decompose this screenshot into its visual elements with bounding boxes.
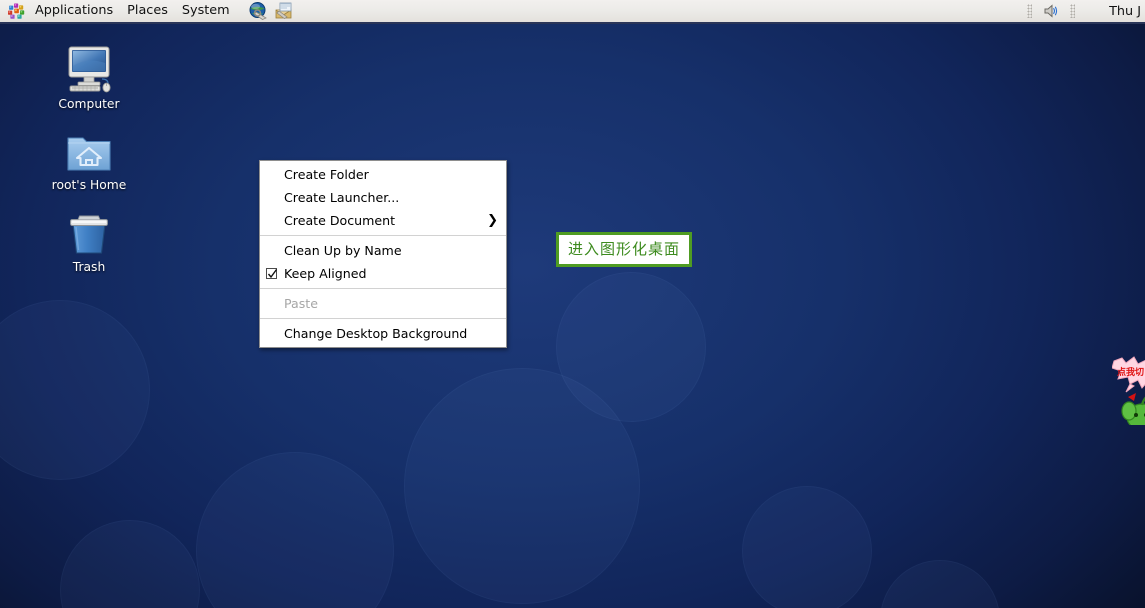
menu-separator [260,235,506,236]
mascot-speech-text: 点我切 [1117,365,1144,378]
wallpaper-bubble [60,520,200,608]
enter-graphical-desktop-label: 进入图形化桌面 [568,240,680,258]
panel-launcher-email[interactable] [272,0,296,22]
menu-item-label: Paste [284,296,318,311]
menu-item-change-desktop-background[interactable]: Change Desktop Background [260,322,506,345]
menu-item-label: Keep Aligned [284,266,366,281]
gnome-applications-logo-icon[interactable] [7,2,26,21]
wallpaper-bubble [0,300,150,480]
menu-item-label: Create Document [284,213,395,228]
home-folder-icon [33,122,145,174]
menu-item-keep-aligned[interactable]: Keep Aligned [260,262,506,285]
trash-bin-icon [33,204,145,256]
menu-item-paste: Paste [260,292,506,315]
menu-item-create-document[interactable]: Create Document ❯ [260,209,506,232]
menu-item-clean-up-by-name[interactable]: Clean Up by Name [260,239,506,262]
keep-aligned-checkbox[interactable] [266,268,277,279]
panel-menu-applications[interactable]: Applications [28,1,120,20]
top-panel: Applications Places System [0,0,1145,24]
menu-item-create-launcher[interactable]: Create Launcher... [260,186,506,209]
panel-menu-system[interactable]: System [175,1,237,20]
computer-monitor-icon [33,41,145,93]
wallpaper-bubble [742,486,872,608]
desktop-icon-trash[interactable]: Trash [33,204,145,274]
menu-separator [260,288,506,289]
panel-drag-grip[interactable] [1027,4,1032,18]
panel-menu-places[interactable]: Places [120,1,175,20]
wallpaper-bubble [196,452,394,608]
desktop-icon-label: Trash [33,260,145,274]
menu-item-label: Change Desktop Background [284,326,467,341]
chevron-right-icon: ❯ [487,209,498,232]
clock-drag-grip[interactable] [1070,4,1075,18]
wallpaper-bubble [404,368,640,604]
menu-item-create-folder[interactable]: Create Folder [260,163,506,186]
menu-item-label: Create Launcher... [284,190,399,205]
desktop-context-menu: Create Folder Create Launcher... Create … [259,160,507,348]
menu-item-label: Clean Up by Name [284,243,402,258]
desktop-icon-label: root's Home [33,178,145,192]
menu-item-label: Create Folder [284,167,369,182]
desktop-icon-computer[interactable]: Computer [33,41,145,111]
cactus-mascot-icon[interactable]: 点我切 [1112,355,1145,425]
desktop-icon-label: Computer [33,97,145,111]
menu-separator [260,318,506,319]
tray-volume-icon[interactable] [1039,0,1063,22]
wallpaper-bubble [880,560,1000,608]
panel-launcher-web-browser[interactable] [246,0,270,22]
desktop-icon-home[interactable]: root's Home [33,122,145,192]
desktop-background[interactable] [0,0,1145,608]
enter-graphical-desktop-button[interactable]: 进入图形化桌面 [556,232,692,267]
panel-clock[interactable]: Thu J [1105,4,1145,19]
